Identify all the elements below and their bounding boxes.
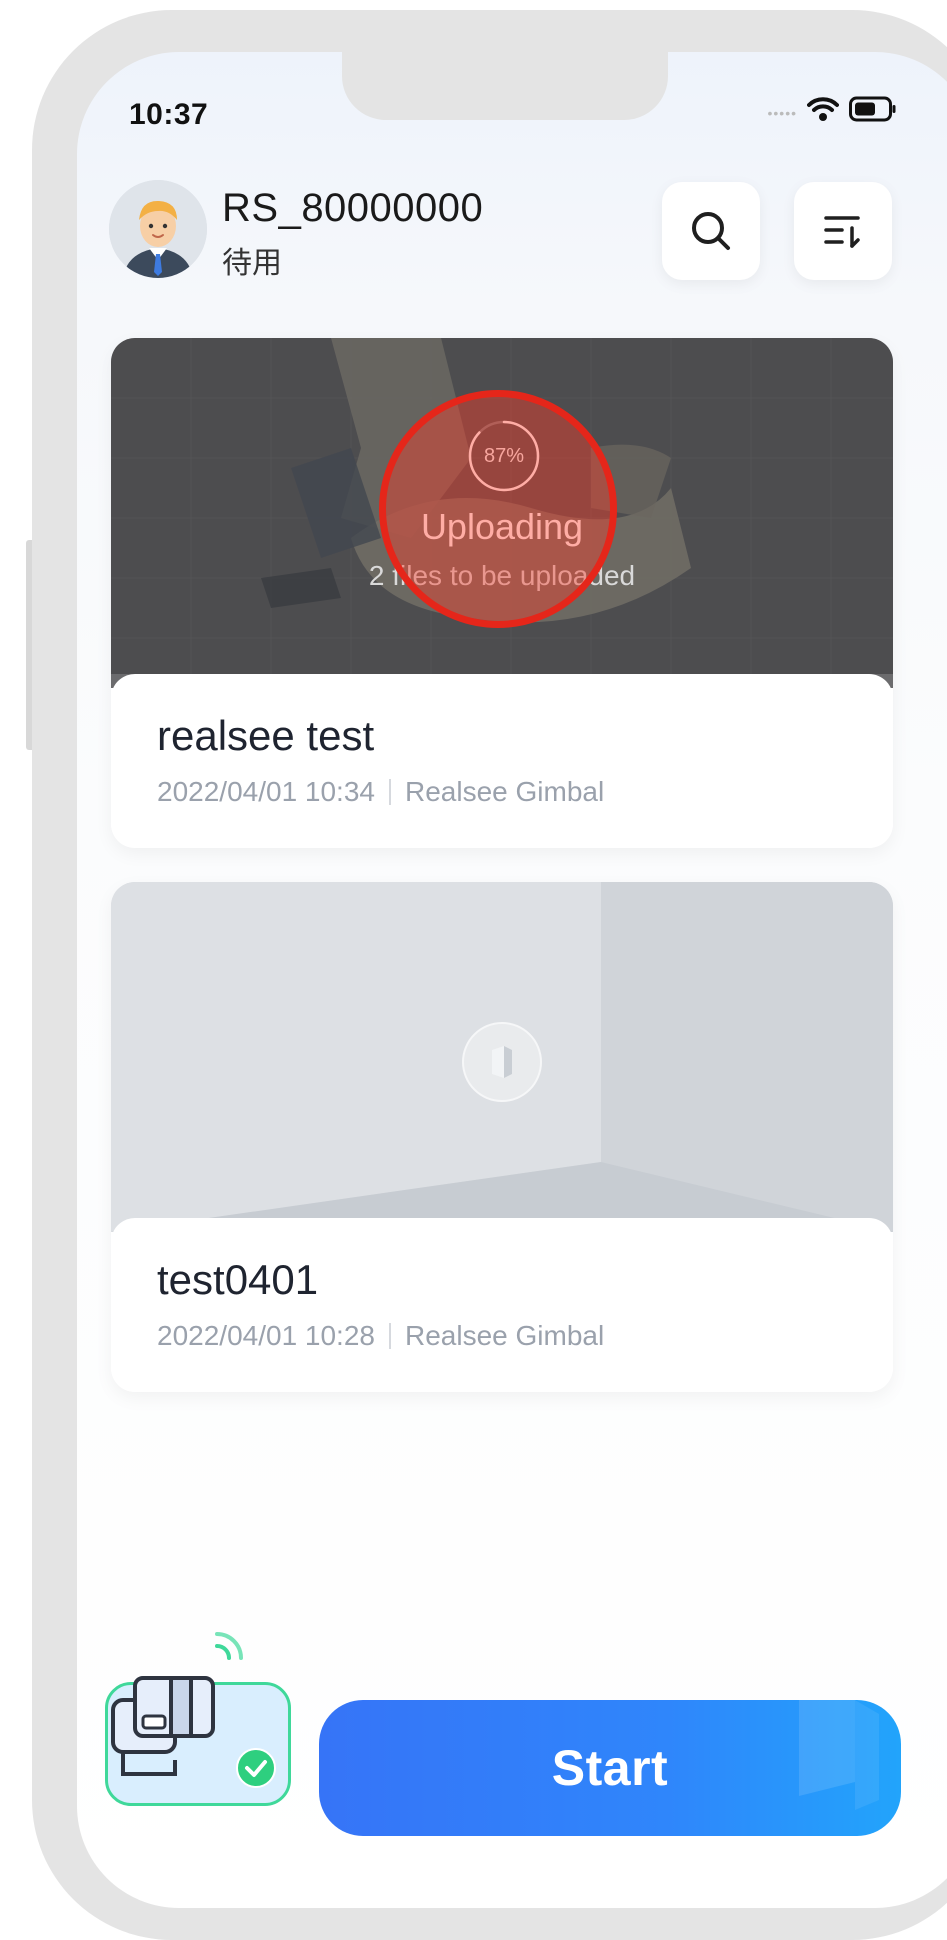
start-button-decoration <box>799 1700 879 1810</box>
search-button[interactable] <box>662 182 760 280</box>
meta-divider <box>388 779 391 805</box>
project-title: realsee test <box>157 712 375 759</box>
status-time: 10:37 <box>129 98 209 131</box>
sort-button[interactable] <box>794 182 892 280</box>
project-info: realsee test 2022/04/01 10:34 Realsee Gim… <box>111 674 893 848</box>
project-title: test0401 <box>157 1256 319 1303</box>
project-date: 2022/04/01 10:28 <box>157 1320 375 1351</box>
project-thumbnail <box>111 882 893 1232</box>
project-card[interactable]: test0401 2022/04/01 10:28 Realsee Gimbal <box>111 882 893 1392</box>
avatar[interactable] <box>109 180 207 278</box>
signal-icon: ••••• <box>767 105 797 121</box>
user-status: 待用 <box>222 247 282 280</box>
project-meta: 2022/04/01 10:34 Realsee Gimbal <box>157 776 604 808</box>
project-card[interactable]: 87% Uploading 2 files to be uploaded rea… <box>111 338 893 848</box>
app-screen: 10:37 ••••• RS_80000000 待用 87% Uploading… <box>77 52 947 1908</box>
connected-check-icon <box>236 1748 276 1788</box>
phone-notch <box>342 52 668 120</box>
sort-icon <box>824 216 860 248</box>
wifi-icon <box>807 97 839 121</box>
project-meta: 2022/04/01 10:28 Realsee Gimbal <box>157 1320 604 1352</box>
device-status[interactable] <box>105 1624 295 1806</box>
highlight-circle <box>379 390 617 628</box>
start-button[interactable]: Start <box>319 1700 901 1836</box>
project-device: Realsee Gimbal <box>404 1320 605 1351</box>
user-name: RS_80000000 <box>222 186 484 230</box>
project-date: 2022/04/01 10:34 <box>157 776 375 807</box>
project-info: test0401 2022/04/01 10:28 Realsee Gimbal <box>111 1218 893 1392</box>
project-device: Realsee Gimbal <box>404 776 605 807</box>
meta-divider <box>388 1323 391 1349</box>
placeholder-icon <box>462 1022 542 1102</box>
battery-icon <box>849 96 896 122</box>
search-icon <box>692 212 730 250</box>
start-label: Start <box>551 1740 669 1796</box>
status-icons: ••••• <box>767 96 897 122</box>
